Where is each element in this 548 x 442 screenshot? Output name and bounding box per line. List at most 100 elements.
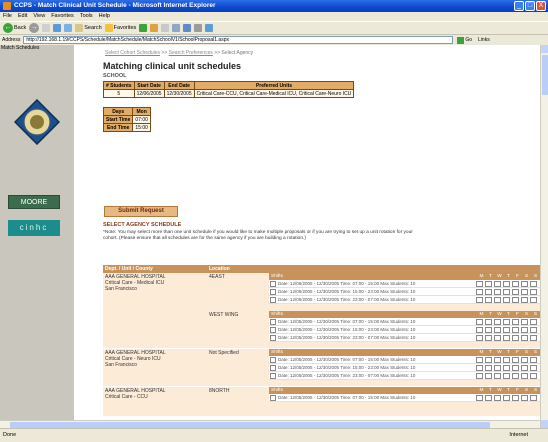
menu-tools[interactable]: Tools bbox=[80, 12, 93, 21]
day-checkbox[interactable] bbox=[530, 327, 537, 333]
day-checkbox[interactable] bbox=[530, 281, 537, 287]
day-checkbox[interactable] bbox=[512, 281, 519, 287]
day-checkbox[interactable] bbox=[485, 395, 492, 401]
day-checkbox[interactable] bbox=[494, 297, 501, 303]
day-checkbox[interactable] bbox=[476, 281, 483, 287]
day-checkbox[interactable] bbox=[485, 327, 492, 333]
day-checkbox[interactable] bbox=[503, 319, 510, 325]
day-checkbox[interactable] bbox=[476, 289, 483, 295]
day-checkbox[interactable] bbox=[503, 365, 510, 371]
day-checkbox[interactable] bbox=[503, 395, 510, 401]
search-button[interactable]: Search bbox=[75, 24, 102, 32]
minimize-button[interactable]: _ bbox=[514, 1, 524, 11]
day-checkbox[interactable] bbox=[512, 289, 519, 295]
day-checkbox[interactable] bbox=[512, 395, 519, 401]
day-checkbox[interactable] bbox=[485, 281, 492, 287]
home-icon[interactable] bbox=[64, 24, 73, 32]
shift-checkbox[interactable] bbox=[270, 281, 276, 287]
shift-checkbox[interactable] bbox=[270, 373, 276, 379]
scroll-up-button[interactable] bbox=[541, 45, 548, 53]
mail-icon[interactable] bbox=[161, 24, 170, 32]
refresh-icon[interactable] bbox=[53, 24, 62, 32]
day-checkbox[interactable] bbox=[494, 365, 501, 371]
day-checkbox[interactable] bbox=[512, 335, 519, 341]
links-button[interactable]: Links bbox=[478, 37, 490, 43]
shift-checkbox[interactable] bbox=[270, 319, 276, 325]
day-checkbox[interactable] bbox=[521, 281, 528, 287]
day-checkbox[interactable] bbox=[530, 395, 537, 401]
day-checkbox[interactable] bbox=[503, 327, 510, 333]
day-checkbox[interactable] bbox=[485, 297, 492, 303]
history-icon[interactable] bbox=[150, 24, 159, 32]
day-checkbox[interactable] bbox=[530, 373, 537, 379]
day-checkbox[interactable] bbox=[503, 335, 510, 341]
close-button[interactable]: X bbox=[536, 1, 546, 11]
scroll-thumb[interactable] bbox=[542, 55, 548, 95]
favorites-button[interactable]: Favorites bbox=[104, 24, 136, 32]
day-checkbox[interactable] bbox=[530, 319, 537, 325]
day-checkbox[interactable] bbox=[494, 327, 501, 333]
day-checkbox[interactable] bbox=[512, 365, 519, 371]
day-checkbox[interactable] bbox=[521, 365, 528, 371]
menu-file[interactable]: File bbox=[3, 12, 12, 21]
scroll-down-button[interactable] bbox=[541, 420, 548, 428]
day-checkbox[interactable] bbox=[494, 319, 501, 325]
day-checkbox[interactable] bbox=[521, 327, 528, 333]
shift-checkbox[interactable] bbox=[270, 357, 276, 363]
day-checkbox[interactable] bbox=[476, 319, 483, 325]
day-checkbox[interactable] bbox=[494, 335, 501, 341]
breadcrumb-cohort[interactable]: Select Cohort Schedules bbox=[105, 50, 160, 56]
day-checkbox[interactable] bbox=[494, 357, 501, 363]
menu-help[interactable]: Help bbox=[99, 12, 110, 21]
day-checkbox[interactable] bbox=[512, 327, 519, 333]
day-checkbox[interactable] bbox=[485, 357, 492, 363]
menu-favorites[interactable]: Favorites bbox=[51, 12, 74, 21]
menu-view[interactable]: View bbox=[33, 12, 45, 21]
day-checkbox[interactable] bbox=[476, 357, 483, 363]
day-checkbox[interactable] bbox=[503, 373, 510, 379]
day-checkbox[interactable] bbox=[485, 289, 492, 295]
day-checkbox[interactable] bbox=[494, 281, 501, 287]
discuss-icon[interactable] bbox=[194, 24, 203, 32]
back-button[interactable]: ← Back bbox=[3, 23, 26, 33]
vertical-scrollbar[interactable] bbox=[540, 45, 548, 428]
day-checkbox[interactable] bbox=[476, 373, 483, 379]
day-checkbox[interactable] bbox=[503, 297, 510, 303]
shift-checkbox[interactable] bbox=[270, 327, 276, 333]
day-checkbox[interactable] bbox=[485, 365, 492, 371]
shift-checkbox[interactable] bbox=[270, 335, 276, 341]
forward-button[interactable]: → bbox=[29, 23, 40, 33]
day-checkbox[interactable] bbox=[521, 297, 528, 303]
day-checkbox[interactable] bbox=[530, 335, 537, 341]
shift-checkbox[interactable] bbox=[270, 365, 276, 371]
print-icon[interactable] bbox=[172, 24, 181, 32]
day-checkbox[interactable] bbox=[476, 365, 483, 371]
day-checkbox[interactable] bbox=[494, 289, 501, 295]
day-checkbox[interactable] bbox=[476, 327, 483, 333]
day-checkbox[interactable] bbox=[503, 281, 510, 287]
maximize-button[interactable]: □ bbox=[525, 1, 535, 11]
stop-icon[interactable] bbox=[42, 24, 51, 32]
go-button[interactable]: Go bbox=[457, 36, 472, 44]
day-checkbox[interactable] bbox=[512, 319, 519, 325]
day-checkbox[interactable] bbox=[512, 357, 519, 363]
shift-checkbox[interactable] bbox=[270, 289, 276, 295]
day-checkbox[interactable] bbox=[530, 297, 537, 303]
shift-checkbox[interactable] bbox=[270, 297, 276, 303]
horizontal-scrollbar[interactable] bbox=[0, 420, 540, 428]
day-checkbox[interactable] bbox=[521, 357, 528, 363]
submit-request-button[interactable]: Submit Request bbox=[104, 206, 178, 217]
day-checkbox[interactable] bbox=[521, 319, 528, 325]
day-checkbox[interactable] bbox=[494, 373, 501, 379]
day-checkbox[interactable] bbox=[512, 373, 519, 379]
day-checkbox[interactable] bbox=[503, 289, 510, 295]
day-checkbox[interactable] bbox=[485, 373, 492, 379]
edit-icon[interactable] bbox=[183, 24, 192, 32]
day-checkbox[interactable] bbox=[521, 395, 528, 401]
day-checkbox[interactable] bbox=[485, 335, 492, 341]
day-checkbox[interactable] bbox=[476, 335, 483, 341]
address-input[interactable]: http://192.168.1.19/CCPS/Schedule/MatchS… bbox=[23, 36, 454, 44]
day-checkbox[interactable] bbox=[476, 297, 483, 303]
messenger-icon[interactable] bbox=[205, 24, 214, 32]
day-checkbox[interactable] bbox=[485, 319, 492, 325]
